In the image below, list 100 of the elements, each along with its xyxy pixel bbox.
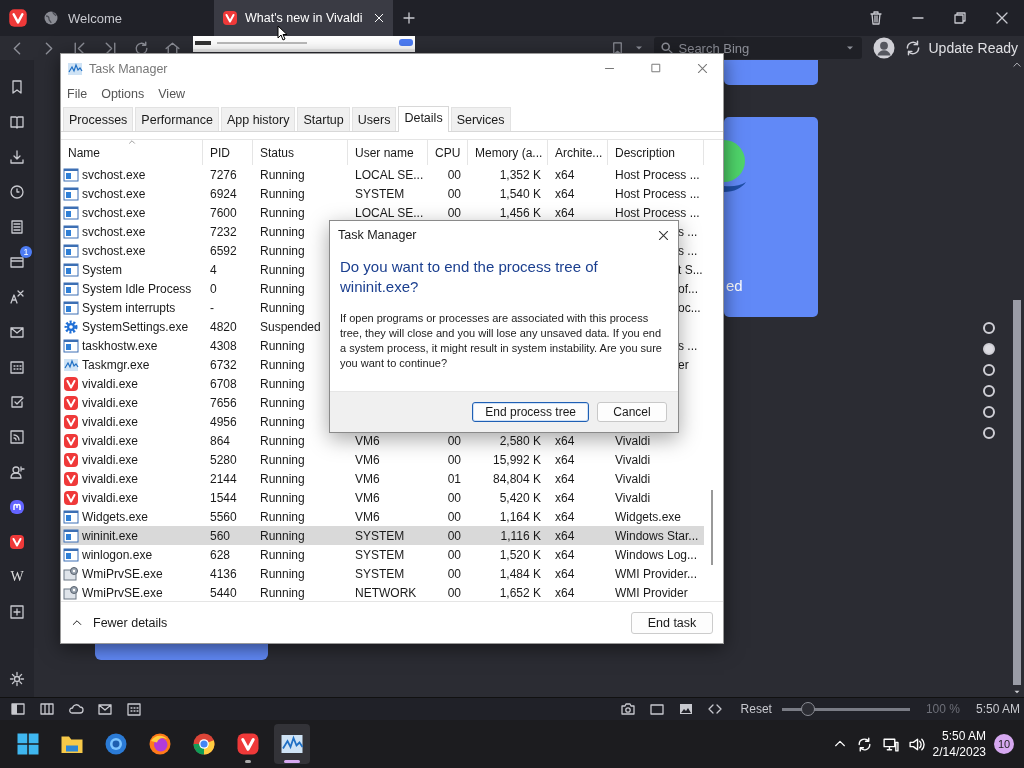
tab[interactable]: Details [398,106,449,132]
browser-tab[interactable]: What's new in Vivaldi [214,0,393,36]
table-cell[interactable]: vivaldi.exe [82,395,139,410]
reset-button[interactable]: Reset [740,702,772,716]
table-cell[interactable]: wininit.exe [82,528,139,543]
mail-icon[interactable] [97,701,113,717]
table-cell[interactable]: System [82,262,122,277]
panel-toggle-icon[interactable] [10,701,26,717]
search-box[interactable]: Search Bing [654,37,863,59]
close-icon[interactable] [657,228,670,242]
column-header[interactable]: Memory (a... [468,140,548,165]
chat-logo-icon[interactable] [9,499,25,515]
scrollbar-thumb[interactable] [711,490,713,565]
caret-icon[interactable] [1012,60,1022,70]
book-icon[interactable] [9,114,25,130]
download-icon[interactable] [9,149,25,165]
wiki-panel-button[interactable]: W [10,569,24,585]
calendar-icon[interactable] [9,359,25,375]
table-cell[interactable]: System Idle Process [82,281,192,296]
window-frame-icon[interactable] [648,701,665,717]
menu-item[interactable]: File [67,87,88,101]
table-cell[interactable]: winlogon.exe [82,547,153,562]
sync-icon[interactable] [855,735,873,753]
table-cell[interactable]: vivaldi.exe [82,376,139,391]
column-header[interactable]: Status [253,140,348,165]
menu-item[interactable]: Options [101,87,145,101]
table-cell[interactable]: Widgets.exe [82,509,149,524]
table-cell[interactable]: svchost.exe [82,243,146,258]
trash-icon[interactable] [868,10,884,26]
page-dot[interactable] [983,364,995,376]
camera-icon[interactable] [619,701,636,717]
table-cell[interactable]: taskhostw.exe [82,338,158,353]
search-field[interactable]: Search Bing [678,40,841,56]
tab[interactable]: Performance [135,107,219,131]
menu-item[interactable]: View [158,87,186,101]
maximize-icon[interactable] [650,62,662,74]
taskbar-date[interactable]: 2/14/2023 [932,744,986,760]
tab[interactable]: Startup [297,107,350,131]
add-icon[interactable] [9,604,25,620]
notification-badge[interactable]: 10 [994,734,1014,754]
table-cell[interactable]: vivaldi.exe [82,452,139,467]
tab[interactable]: Services [450,107,511,131]
clock-icon[interactable] [9,184,25,200]
contacts-icon[interactable] [9,464,25,480]
browser-tab[interactable]: Welcome [35,0,214,36]
tile-icon[interactable] [39,701,55,717]
page-dot[interactable] [983,427,995,439]
v-logo-icon[interactable] [8,8,28,28]
page-dot[interactable] [983,385,995,397]
window-icon[interactable] [9,254,25,270]
bookmark-icon[interactable] [9,79,25,95]
cloud-icon[interactable] [68,701,84,717]
dialog-button[interactable]: End process tree [472,402,589,422]
calendar-icon[interactable] [126,701,142,717]
speaker-icon[interactable] [907,735,925,753]
page-dot[interactable] [983,343,995,355]
table-cell[interactable]: System interrupts [82,300,176,315]
dialog-button[interactable]: Cancel [597,402,667,422]
tab[interactable]: App history [220,107,296,131]
restore-icon[interactable] [952,10,968,26]
tab[interactable]: Users [351,107,397,131]
page-dot[interactable] [983,322,995,334]
column-header[interactable]: Name [61,140,203,165]
notes-icon[interactable] [9,219,25,235]
update-status[interactable]: Update Ready [928,40,1018,56]
table-cell[interactable]: vivaldi.exe [82,490,139,505]
end-task-button[interactable]: End task [631,611,713,634]
table-cell[interactable]: vivaldi.exe [82,433,139,448]
column-header[interactable]: User name [348,140,428,165]
checkbox-icon[interactable] [9,394,25,410]
settings-icon[interactable] [9,671,25,687]
table-cell[interactable]: vivaldi.exe [82,471,139,486]
column-header[interactable]: Archite... [548,140,608,165]
mail-icon[interactable] [9,324,25,340]
fewer-details-button[interactable]: Fewer details [71,615,168,630]
taskbar-app[interactable] [274,724,310,764]
table-cell[interactable]: svchost.exe [82,205,146,220]
table-cell[interactable]: Taskmgr.exe [82,357,150,372]
slider-thumb[interactable] [800,702,815,716]
feed-icon[interactable] [9,429,25,445]
table-cell[interactable]: vivaldi.exe [82,414,139,429]
table-cell[interactable]: svchost.exe [82,167,146,182]
taskbar-time[interactable]: 5:50 AM [941,728,986,744]
scrollbar-thumb[interactable] [1013,300,1021,685]
close-icon[interactable] [994,10,1010,26]
tab[interactable]: Processes [63,107,134,131]
monitor-icon[interactable] [881,735,899,753]
column-header[interactable]: PID [203,140,253,165]
image-icon[interactable] [677,701,694,717]
table-cell[interactable]: SystemSettings.exe [82,319,189,334]
table-cell[interactable]: WmiPrvSE.exe [82,585,163,600]
translate-icon[interactable] [9,289,25,305]
table-cell[interactable]: svchost.exe [82,224,146,239]
profile-icon[interactable] [872,36,897,60]
page-dot[interactable] [983,406,995,418]
v-logo-icon[interactable] [9,534,25,550]
table-cell[interactable]: svchost.exe [82,186,146,201]
column-header[interactable]: CPU [428,140,468,165]
column-header[interactable]: Description [608,140,704,165]
table-cell[interactable]: WmiPrvSE.exe [82,566,163,581]
